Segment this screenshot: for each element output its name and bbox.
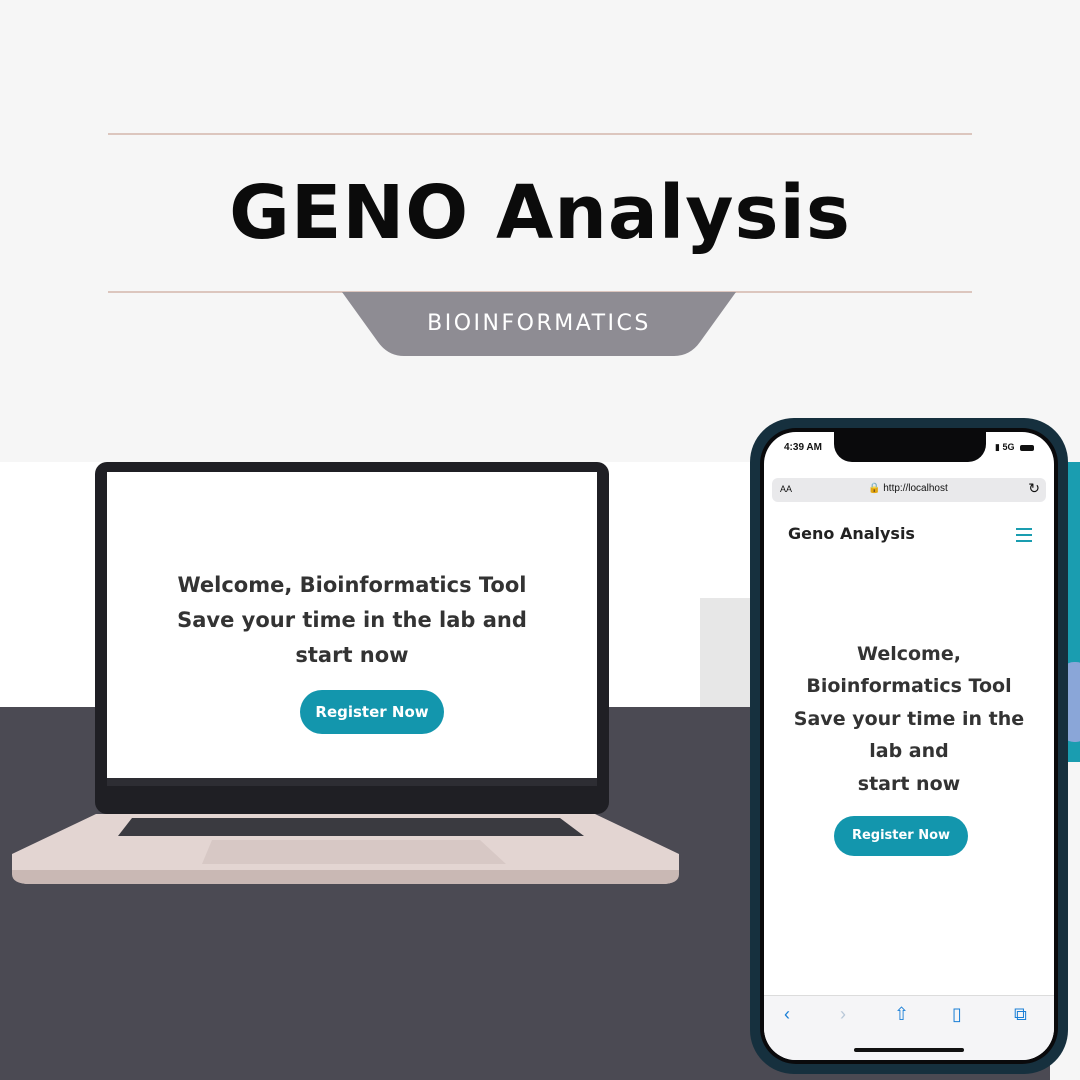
laptop-hero-line: start now xyxy=(295,643,409,667)
share-icon[interactable]: ⇧ xyxy=(894,1004,909,1025)
phone-hero-line: start now xyxy=(857,773,961,795)
home-indicator xyxy=(854,1048,964,1052)
menu-icon[interactable] xyxy=(1016,528,1032,546)
network-label: 5G xyxy=(1002,442,1015,452)
url-field[interactable]: 🔒 http://localhost xyxy=(868,483,948,494)
phone-hero-line: Welcome, xyxy=(857,643,961,665)
phone-screen: 4:39 AM ▮ 5G AA 🔒 http://localhost ↻ Gen… xyxy=(764,432,1054,1060)
reload-icon[interactable]: ↻ xyxy=(1028,480,1040,497)
forward-icon[interactable]: › xyxy=(840,1004,846,1025)
status-time: 4:39 AM xyxy=(784,442,822,453)
category-tag: BIOINFORMATICS xyxy=(342,292,736,356)
laptop-screen: Welcome, Bioinformatics Tool Save your t… xyxy=(107,472,597,778)
bookmarks-icon[interactable]: ▯ xyxy=(952,1004,962,1025)
laptop-bezel xyxy=(107,778,597,786)
phone-hero-line: Save your time in the xyxy=(793,708,1025,730)
phone-hero-line: lab and xyxy=(869,740,949,762)
text-size-button[interactable]: AA xyxy=(780,484,792,494)
phone-mockup: 4:39 AM ▮ 5G AA 🔒 http://localhost ↻ Gen… xyxy=(750,418,1068,1074)
back-icon[interactable]: ‹ xyxy=(784,1004,790,1025)
laptop-hero-line: Save your time in the lab and xyxy=(177,608,527,632)
top-divider xyxy=(108,133,972,135)
lock-icon: 🔒 xyxy=(868,483,881,494)
url-text: http://localhost xyxy=(883,483,948,494)
phone-notch xyxy=(834,432,986,462)
phone-brand[interactable]: Geno Analysis xyxy=(788,524,915,543)
battery-icon xyxy=(1020,444,1034,451)
laptop-register-button[interactable]: Register Now xyxy=(300,690,444,734)
laptop-keyboard-base xyxy=(12,814,679,886)
phone-register-button[interactable]: Register Now xyxy=(834,816,968,856)
tabs-icon[interactable]: ⧉ xyxy=(1014,1004,1027,1025)
signal-icon: ▮ xyxy=(995,442,1000,452)
laptop-hero-line: Welcome, Bioinformatics Tool xyxy=(177,573,527,597)
browser-toolbar: ‹ › ⇧ ▯ ⧉ xyxy=(764,995,1054,1060)
phone-hero-line: Bioinformatics Tool xyxy=(806,675,1012,697)
laptop-mockup: Welcome, Bioinformatics Tool Save your t… xyxy=(95,462,609,814)
status-indicators: ▮ 5G xyxy=(995,442,1034,453)
category-tag-label: BIOINFORMATICS xyxy=(427,311,651,336)
page-title: GENO Analysis xyxy=(229,170,851,256)
address-bar[interactable]: AA 🔒 http://localhost ↻ xyxy=(772,478,1046,502)
